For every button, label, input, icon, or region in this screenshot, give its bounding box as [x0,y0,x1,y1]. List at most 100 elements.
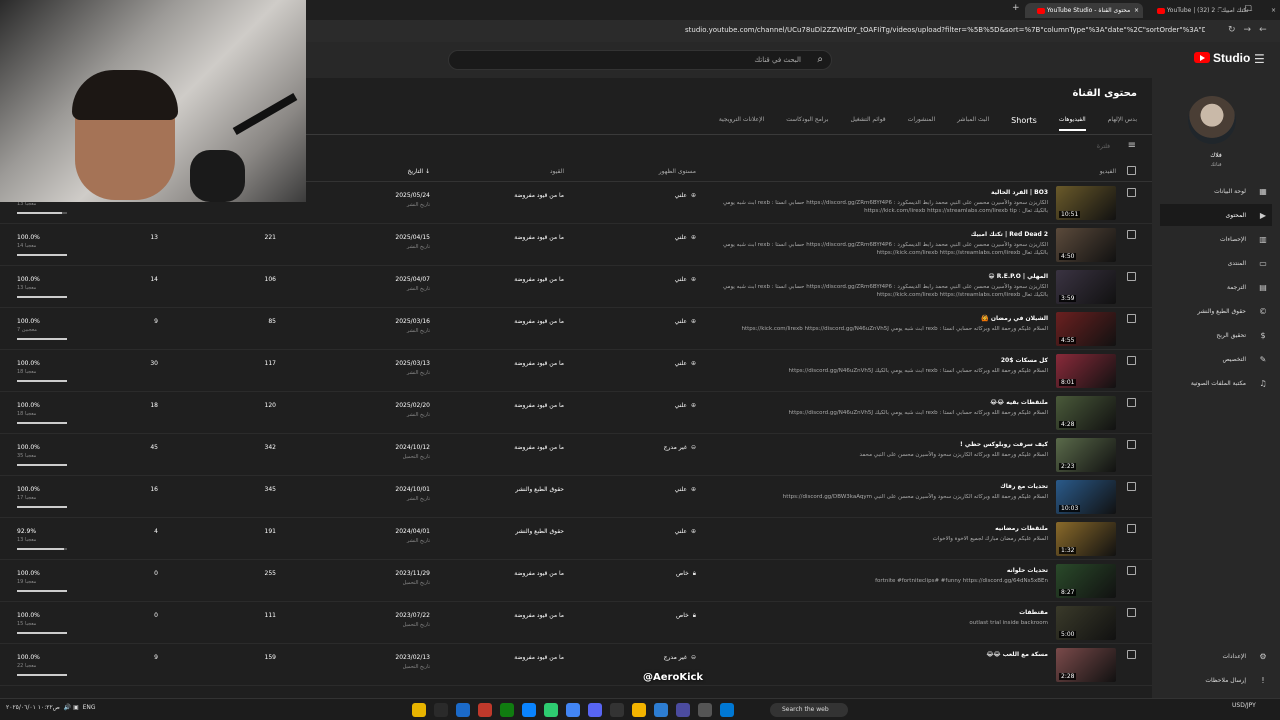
tab-5[interactable]: قوائم التشغيل [851,116,886,131]
visibility-cell[interactable]: غير مدرج ⊖ [650,654,696,661]
video-thumbnail[interactable]: 2:28 [1056,648,1116,682]
visibility-cell[interactable]: علني ⊕ [650,360,696,367]
table-row[interactable]: 2:28 مسكة مع اللعب 😂😂 غير مدرج ⊖ ما من قي… [0,644,1152,686]
currency-widget[interactable]: USD/JPY [1232,702,1256,709]
visibility-cell[interactable]: علني ⊕ [650,528,696,535]
video-title[interactable]: تحديات حلوانه [1007,567,1048,574]
visibility-cell[interactable]: علني ⊕ [650,486,696,493]
table-row[interactable]: 4:50 Red Dead 2 | تكتك امبيك الكاريزن سح… [0,224,1152,266]
video-title[interactable]: ملتقطات بقيه 😂😂 [990,399,1048,406]
video-thumbnail[interactable]: 8:27 [1056,564,1116,598]
video-thumbnail[interactable]: 4:28 [1056,396,1116,430]
video-thumbnail[interactable]: 10:03 [1056,480,1116,514]
browser-nav-icons[interactable]: ↻→← [1228,25,1275,35]
tab-3[interactable]: البث المباشر [957,116,989,131]
table-row[interactable]: 10:03 تحديات مع رفاك السلام عليكم ورحمة … [0,476,1152,518]
taskbar-app-icon[interactable] [720,703,734,717]
table-row[interactable]: 8:01 كل مسكات $20 السلام عليكم ورحمة الل… [0,350,1152,392]
tab-2[interactable]: Shorts [1011,116,1037,131]
taskbar-app-icon[interactable] [654,703,668,717]
clock[interactable]: ص١٠:٢٢ ٢٠٢٥/٠٦/٠١ [6,704,60,711]
sidebar-item-settings[interactable]: الإعدادات ⚙ [1160,645,1272,667]
video-title[interactable]: مقتطفات [1019,609,1048,616]
video-thumbnail[interactable]: 8:01 [1056,354,1116,388]
close-tab-icon[interactable]: × [1271,3,1276,18]
tab-0[interactable]: بدس الإلهام [1108,116,1137,131]
taskbar-app-icon[interactable] [676,703,690,717]
youtube-studio-logo[interactable]: Studio [1194,51,1250,65]
video-thumbnail[interactable]: 5:00 [1056,606,1116,640]
sidebar-item-audio-library[interactable]: مكتبة الملفات الصوتية ♫ [1160,372,1272,394]
video-title[interactable]: كيف سرقت روبلوكس حظي ! [960,441,1048,448]
select-all-checkbox[interactable] [1127,166,1136,175]
taskbar-app-icon[interactable] [434,703,448,717]
visibility-cell[interactable]: علني ⊕ [650,402,696,409]
close-tab-icon[interactable]: × [1134,3,1139,18]
video-thumbnail[interactable]: 2:23 [1056,438,1116,472]
video-thumbnail[interactable]: 10:51 [1056,186,1116,220]
visibility-cell[interactable]: علني ⊕ [650,276,696,283]
language-indicator[interactable]: ENG [83,704,96,711]
row-checkbox[interactable] [1127,524,1136,533]
taskbar-app-icon[interactable] [566,703,580,717]
taskbar-app-icon[interactable] [522,703,536,717]
taskbar-app-icon[interactable] [698,703,712,717]
row-checkbox[interactable] [1127,566,1136,575]
row-checkbox[interactable] [1127,608,1136,617]
sidebar-item-feedback[interactable]: إرسال ملاحظات! [1160,669,1272,691]
taskbar-app-icon[interactable] [412,703,426,717]
table-row[interactable]: 5:00 مقتطفات outlast trial inside backro… [0,602,1152,644]
visibility-cell[interactable]: علني ⊕ [650,234,696,241]
table-row[interactable]: 3:59 المهلي | R.E.P.O 😁 الكاريزن سحود وا… [0,266,1152,308]
video-title[interactable]: ملتقطات رمضانيه [995,525,1048,532]
sidebar-item-customization[interactable]: التخصيص ✎ [1160,348,1272,370]
tab-4[interactable]: المنشورات [908,116,935,131]
video-title[interactable]: تحديات مع رفاك [1000,483,1048,490]
tab-6[interactable]: برامج البودكاست [786,116,828,131]
video-title[interactable]: المهلي | R.E.P.O 😁 [988,273,1048,280]
column-header-date[interactable]: التاريخ ↓ [370,168,430,175]
taskbar-app-icon[interactable] [500,703,514,717]
taskbar-search[interactable]: Search the web [770,703,848,717]
taskbar-app-icon[interactable] [544,703,558,717]
column-header-video[interactable]: الفيديو [1100,168,1116,175]
new-tab-icon[interactable]: + [1012,3,1020,13]
video-title[interactable]: BO3 | الفرد الحالية [991,189,1048,196]
sidebar-item-copyright[interactable]: حقوق الطبع والنشر © [1160,300,1272,322]
video-thumbnail[interactable]: 1:32 [1056,522,1116,556]
tab-1[interactable]: الفيديوهات [1058,116,1086,131]
browser-tab-studio[interactable]: YouTube Studio - محتوى القناة × [1025,3,1143,18]
video-title[interactable]: مسكة مع اللعب 😂😂 [986,651,1048,658]
taskbar-app-icon[interactable] [588,703,602,717]
table-row[interactable]: 2:23 كيف سرقت روبلوكس حظي ! السلام عليكم… [0,434,1152,476]
table-row[interactable]: 4:55 الشيلان في رمضان 🙆 السلام عليكم ورح… [0,308,1152,350]
video-title[interactable]: كل مسكات $20 [1001,357,1048,364]
sidebar-item-dashboard[interactable]: لوحة البيانات ▦ [1160,180,1272,202]
sidebar-item-content[interactable]: المحتوى ▶ [1160,204,1272,226]
taskbar-app-icon[interactable] [478,703,492,717]
column-header-visibility[interactable]: مستوى الظهور [650,168,696,175]
column-header-restrictions[interactable]: القيود [480,168,564,175]
row-checkbox[interactable] [1127,482,1136,491]
channel-avatar[interactable] [1188,96,1236,144]
sidebar-item-community[interactable]: المنتدى ▭ [1160,252,1272,274]
url-field[interactable]: studio.youtube.com/channel/UCu78uDl2ZZWd… [685,26,1205,34]
tab-7[interactable]: الإعلانات الترويجية [719,116,764,131]
row-checkbox[interactable] [1127,272,1136,281]
sidebar-item-analytics[interactable]: الإحصاءات ▥ [1160,228,1272,250]
row-checkbox[interactable] [1127,398,1136,407]
row-checkbox[interactable] [1127,188,1136,197]
visibility-cell[interactable]: غير مدرج ⊖ [650,444,696,451]
sidebar-item-monetization[interactable]: تحقيق الربح $ [1160,324,1272,346]
video-title[interactable]: Red Dead 2 | تكتك امبيك [971,231,1048,238]
taskbar-app-icon[interactable] [610,703,624,717]
filter-icon[interactable]: ≡ [1128,140,1136,151]
row-checkbox[interactable] [1127,440,1136,449]
taskbar-app-icon[interactable] [632,703,646,717]
video-thumbnail[interactable]: 4:55 [1056,312,1116,346]
video-title[interactable]: الشيلان في رمضان 🙆 [981,315,1048,322]
search-input[interactable]: البحث في قناتك ⌕ [448,50,832,70]
visibility-cell[interactable]: علني ⊕ [650,318,696,325]
visibility-cell[interactable]: علني ⊕ [650,192,696,199]
menu-icon[interactable]: ☰ [1254,52,1265,66]
